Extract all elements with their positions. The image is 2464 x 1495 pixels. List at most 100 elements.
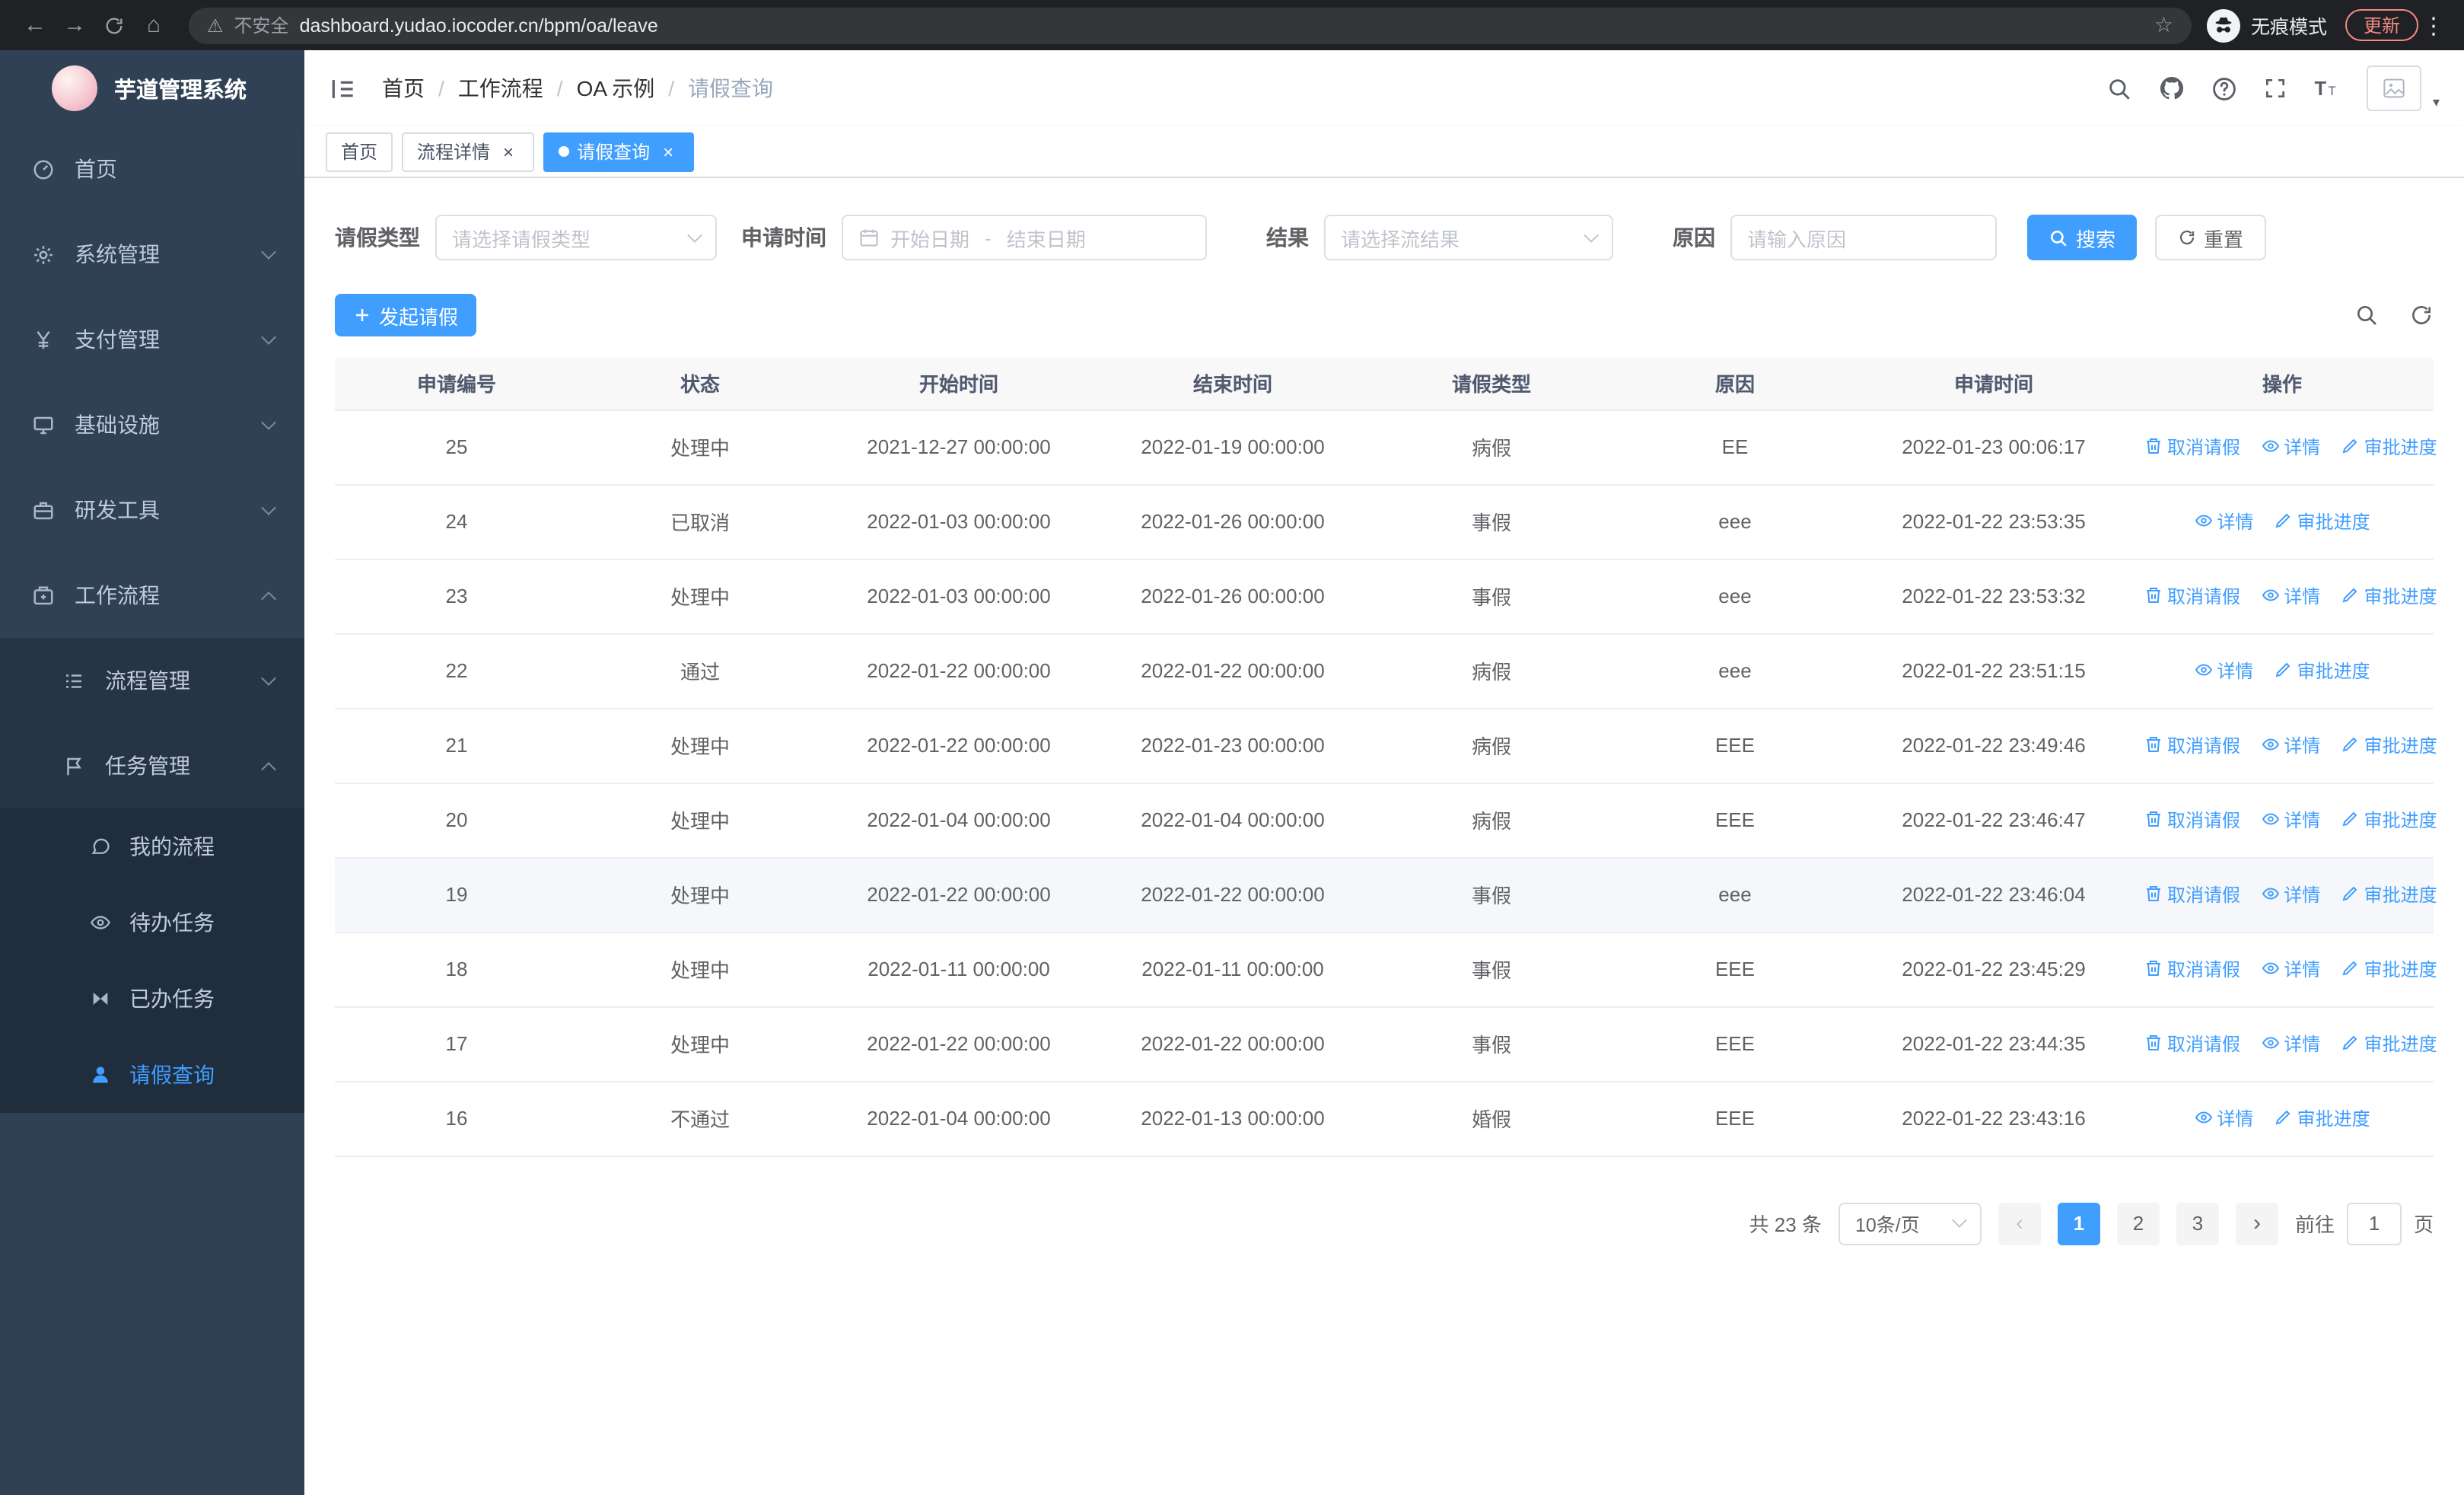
github-icon[interactable] (2159, 75, 2186, 102)
home-icon[interactable]: ⌂ (134, 5, 173, 45)
search-icon[interactable] (2107, 75, 2133, 101)
table-row[interactable]: 20 处理中 2022-01-04 00:00:00 2022-01-04 00… (335, 783, 2437, 858)
reason-input[interactable]: 请输入原因 (1730, 215, 1997, 260)
sidebar-item-infrastructure[interactable]: 基础设施 (0, 382, 304, 467)
cell-actions: 取消请假 详情 审批进度 (2131, 708, 2437, 783)
cancel-leave-link[interactable]: 取消请假 (2144, 732, 2240, 758)
table-row[interactable]: 22 通过 2022-01-22 00:00:00 2022-01-22 00:… (335, 633, 2434, 709)
table-row[interactable]: 18 处理中 2022-01-11 00:00:00 2022-01-11 00… (335, 932, 2437, 1007)
approval-progress-link[interactable]: 审批进度 (2341, 732, 2437, 758)
user-avatar[interactable] (2367, 65, 2422, 111)
approval-progress-link[interactable]: 审批进度 (2341, 807, 2437, 833)
sidebar-item-process-management[interactable]: 流程管理 (0, 638, 304, 723)
sidebar-item-workflow[interactable]: 工作流程 (0, 553, 304, 638)
sidebar-item-task-management[interactable]: 任务管理 (0, 723, 304, 808)
leave-type-select[interactable]: 请选择请假类型 (435, 215, 717, 260)
page-button-1[interactable]: 1 (2057, 1202, 2100, 1245)
bookmark-star-icon[interactable]: ☆ (2154, 12, 2173, 38)
close-tab-icon[interactable]: × (657, 141, 679, 162)
cancel-leave-link[interactable]: 取消请假 (2144, 956, 2240, 982)
help-icon[interactable] (2212, 75, 2238, 101)
breadcrumb-item-workflow[interactable]: 工作流程 (458, 73, 543, 104)
sidebar-fold-icon[interactable] (329, 74, 358, 103)
cancel-leave-link[interactable]: 取消请假 (2144, 881, 2240, 907)
detail-link[interactable]: 详情 (2261, 881, 2320, 907)
pen-icon (2276, 1111, 2291, 1125)
tab-process-detail[interactable]: 流程详情 × (402, 132, 535, 171)
browser-menu-icon[interactable]: ⋮ (2418, 11, 2449, 39)
detail-link[interactable]: 详情 (2261, 956, 2320, 982)
sidebar-item-todo-tasks[interactable]: 待办任务 (0, 885, 304, 961)
reset-button[interactable]: 重置 (2155, 215, 2267, 260)
cancel-leave-link[interactable]: 取消请假 (2144, 434, 2240, 460)
incognito-indicator: 无痕模式 (2206, 8, 2327, 42)
reload-icon[interactable] (94, 5, 134, 45)
approval-progress-link[interactable]: 审批进度 (2341, 881, 2437, 907)
sidebar-item-leave-query[interactable]: 请假查询 (0, 1037, 304, 1113)
create-leave-button[interactable]: 发起请假 (335, 294, 477, 336)
breadcrumb-item-oa-example[interactable]: OA 示例 (577, 73, 655, 104)
sidebar-item-my-processes[interactable]: 我的流程 (0, 808, 304, 885)
approval-progress-link[interactable]: 审批进度 (2275, 1105, 2370, 1131)
result-select[interactable]: 请选择流结果 (1324, 215, 1613, 260)
page-button-3[interactable]: 3 (2176, 1202, 2219, 1245)
detail-link[interactable]: 详情 (2261, 1031, 2320, 1057)
eye-icon (2262, 589, 2279, 602)
table-row[interactable]: 21 处理中 2022-01-22 00:00:00 2022-01-23 00… (335, 708, 2437, 783)
table-row[interactable]: 16 不通过 2022-01-04 00:00:00 2022-01-13 00… (335, 1081, 2434, 1156)
sidebar-item-home[interactable]: 首页 (0, 126, 304, 212)
tab-home[interactable]: 首页 (326, 132, 393, 171)
detail-link[interactable]: 详情 (2194, 508, 2253, 534)
table-row[interactable]: 17 处理中 2022-01-22 00:00:00 2022-01-22 00… (335, 1006, 2437, 1082)
cancel-leave-link[interactable]: 取消请假 (2144, 1031, 2240, 1057)
approval-progress-link[interactable]: 审批进度 (2275, 508, 2370, 534)
table-row[interactable]: 23 处理中 2022-01-03 00:00:00 2022-01-26 00… (335, 559, 2437, 634)
tab-leave-query[interactable]: 请假查询 × (543, 132, 695, 171)
approval-progress-link[interactable]: 审批进度 (2275, 658, 2370, 684)
cancel-leave-link[interactable]: 取消请假 (2144, 807, 2240, 833)
back-icon[interactable]: ← (15, 5, 55, 45)
search-button[interactable]: 搜索 (2027, 215, 2138, 260)
table-row[interactable]: 24 已取消 2022-01-03 00:00:00 2022-01-26 00… (335, 484, 2434, 559)
approval-progress-link[interactable]: 审批进度 (2341, 956, 2437, 982)
detail-link[interactable]: 详情 (2261, 434, 2320, 460)
table-row[interactable]: 19 处理中 2022-01-22 00:00:00 2022-01-22 00… (335, 857, 2437, 932)
address-bar[interactable]: ⚠ 不安全 dashboard.yudao.iocoder.cn/bpm/oa/… (189, 7, 2192, 43)
approval-progress-link[interactable]: 审批进度 (2341, 1031, 2437, 1057)
sidebar-item-payment[interactable]: 支付管理 (0, 297, 304, 382)
fullscreen-icon[interactable] (2264, 76, 2288, 100)
breadcrumb-item-home[interactable]: 首页 (382, 73, 425, 104)
approval-progress-link[interactable]: 审批进度 (2341, 583, 2437, 609)
cancel-leave-link[interactable]: 取消请假 (2144, 583, 2240, 609)
refresh-table-icon[interactable] (2409, 303, 2434, 327)
avatar-caret-icon[interactable]: ▾ (2433, 94, 2440, 110)
font-size-icon[interactable]: TT (2314, 75, 2341, 102)
hide-search-icon[interactable] (2354, 303, 2379, 327)
svg-text:T: T (2329, 84, 2336, 98)
next-page-button[interactable]: › (2235, 1202, 2278, 1245)
cell-apply-time: 2022-01-22 23:44:35 (1857, 1006, 2131, 1082)
update-button[interactable]: 更新 (2345, 9, 2418, 41)
pen-icon (2343, 588, 2357, 603)
page-size-select[interactable]: 10条/页 (1838, 1202, 1982, 1245)
detail-link[interactable]: 详情 (2194, 1105, 2253, 1131)
detail-link[interactable]: 详情 (2261, 583, 2320, 609)
page-content: 请假类型 请选择请假类型 申请时间 开始日期 - 结束日期 结果 请选择流结果 … (304, 178, 2464, 1495)
detail-link[interactable]: 详情 (2261, 732, 2320, 758)
detail-link[interactable]: 详情 (2261, 807, 2320, 833)
date-range-picker[interactable]: 开始日期 - 结束日期 (842, 215, 1207, 260)
sidebar-item-devtools[interactable]: 研发工具 (0, 467, 304, 553)
goto-page-input[interactable]: 1 (2346, 1202, 2402, 1245)
action-label: 取消请假 (2167, 585, 2241, 607)
prev-page-button[interactable]: ‹ (1998, 1202, 2041, 1245)
eye-icon (2195, 515, 2212, 528)
sidebar-item-system[interactable]: 系统管理 (0, 212, 304, 297)
table-row[interactable]: 25 处理中 2021-12-27 00:00:00 2022-01-19 00… (335, 410, 2437, 485)
approval-progress-link[interactable]: 审批进度 (2341, 434, 2437, 460)
close-tab-icon[interactable]: × (498, 141, 519, 162)
forward-icon[interactable]: → (55, 5, 94, 45)
sidebar-item-done-tasks[interactable]: 已办任务 (0, 961, 304, 1037)
result-label: 结果 (1266, 225, 1309, 250)
detail-link[interactable]: 详情 (2194, 658, 2253, 684)
page-button-2[interactable]: 2 (2116, 1202, 2160, 1245)
